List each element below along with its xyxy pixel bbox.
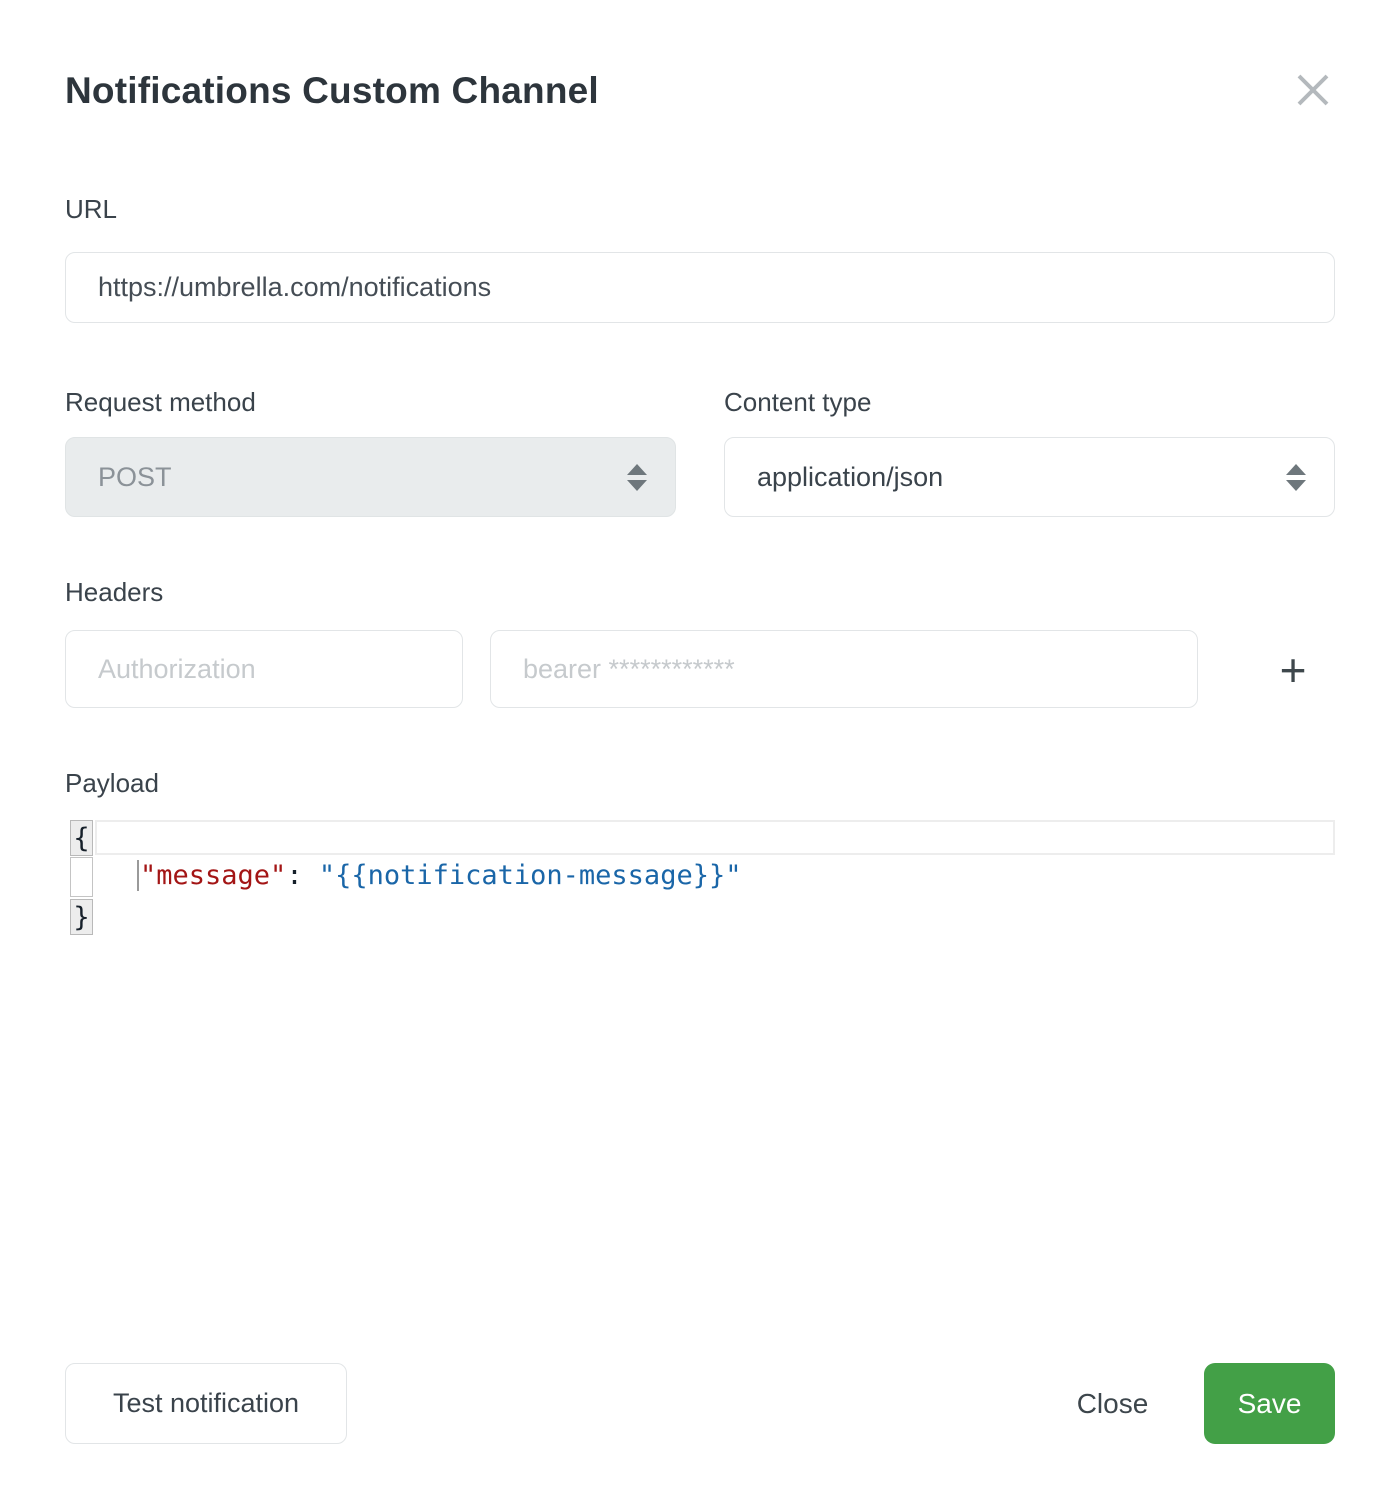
payload-code-editor[interactable]: { "message": "{{notification-message}}" … xyxy=(65,818,1335,940)
dialog-title: Notifications Custom Channel xyxy=(65,70,599,112)
code-line-1: { xyxy=(65,818,1335,857)
payload-label: Payload xyxy=(65,768,159,799)
content-type-value: application/json xyxy=(757,462,943,493)
close-button[interactable] xyxy=(1291,68,1335,112)
arrow-up-icon xyxy=(1286,464,1306,475)
select-arrows-icon xyxy=(627,464,647,491)
url-label: URL xyxy=(65,194,117,225)
code-line-3: } xyxy=(65,899,1335,939)
select-arrows-icon xyxy=(1286,464,1306,491)
save-button[interactable]: Save xyxy=(1204,1363,1335,1444)
code-line-2: "message": "{{notification-message}}" xyxy=(65,857,1335,899)
add-header-button[interactable]: + xyxy=(1266,643,1320,697)
text-cursor xyxy=(137,860,139,891)
request-method-value: POST xyxy=(98,462,172,493)
open-brace: { xyxy=(73,823,89,854)
close-brace: } xyxy=(73,902,89,933)
request-method-label: Request method xyxy=(65,387,256,418)
gutter-box xyxy=(70,857,93,897)
header-value-input[interactable] xyxy=(490,630,1198,708)
code-text: "message": "{{notification-message}}" xyxy=(137,860,741,891)
json-key: "message" xyxy=(140,860,286,891)
content-type-label: Content type xyxy=(724,387,871,418)
arrow-up-icon xyxy=(627,464,647,475)
header-name-input[interactable] xyxy=(65,630,463,708)
content-type-select[interactable]: application/json xyxy=(724,437,1335,517)
url-input[interactable] xyxy=(65,252,1335,323)
test-notification-button[interactable]: Test notification xyxy=(65,1363,347,1444)
close-icon xyxy=(1294,71,1332,109)
active-line-highlight xyxy=(95,820,1335,855)
request-method-select[interactable]: POST xyxy=(65,437,676,517)
matching-bracket-open: { xyxy=(70,820,93,856)
json-value: "{{notification-message}}" xyxy=(319,860,742,891)
arrow-down-icon xyxy=(627,480,647,491)
close-dialog-button[interactable]: Close xyxy=(1040,1363,1185,1444)
matching-bracket-close: } xyxy=(70,899,93,935)
json-colon: : xyxy=(286,860,319,891)
arrow-down-icon xyxy=(1286,480,1306,491)
headers-label: Headers xyxy=(65,577,163,608)
notifications-custom-channel-dialog: Notifications Custom Channel URL Request… xyxy=(0,0,1400,1508)
plus-icon: + xyxy=(1280,647,1307,693)
